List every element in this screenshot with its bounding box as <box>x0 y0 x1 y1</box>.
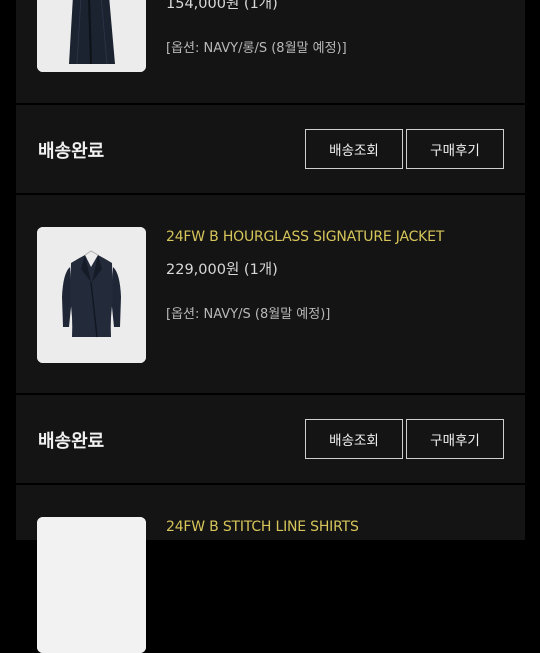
product-option: [옵션: NAVY/롱/S (8월말 예정)] <box>166 41 347 56</box>
product-image[interactable] <box>37 0 146 72</box>
product-name[interactable]: 24FW B HOURGLASS SIGNATURE JACKET <box>166 229 444 245</box>
product-option: [옵션: NAVY/S (8월말 예정)] <box>166 307 331 322</box>
product-image[interactable] <box>37 227 146 363</box>
product-price: 229,000원 (1개) <box>166 262 278 278</box>
product-price: 154,000원 (1개) <box>166 0 278 12</box>
track-delivery-button[interactable]: 배송조회 <box>305 129 403 169</box>
track-delivery-button[interactable]: 배송조회 <box>305 419 403 459</box>
delivery-status-label: 배송완료 <box>38 431 105 452</box>
product-image[interactable] <box>37 517 146 653</box>
write-review-button[interactable]: 구매후기 <box>406 419 504 459</box>
write-review-button[interactable]: 구매후기 <box>406 129 504 169</box>
delivery-status-label: 배송완료 <box>38 141 105 162</box>
product-name[interactable]: 24FW B STITCH LINE SHIRTS <box>166 519 359 535</box>
